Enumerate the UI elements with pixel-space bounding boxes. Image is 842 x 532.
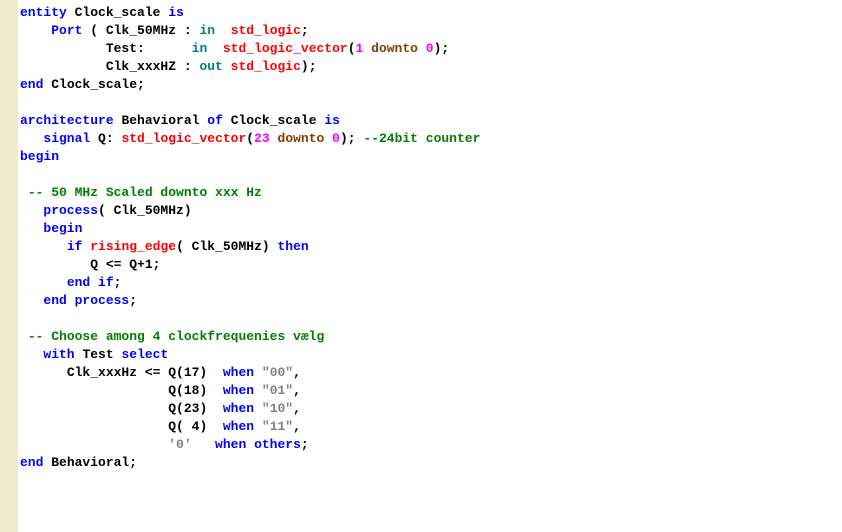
kw-when5: when bbox=[215, 437, 246, 452]
port1-dir: in bbox=[199, 23, 215, 38]
port2-hi: 1 bbox=[356, 41, 364, 56]
kw-architecture: architecture bbox=[20, 113, 114, 128]
lit-01: "01" bbox=[262, 383, 293, 398]
kw-with: with bbox=[43, 347, 74, 362]
kw-end-if-if: if bbox=[98, 275, 114, 290]
kw-entity: entity bbox=[20, 5, 67, 20]
port2-type: std_logic_vector bbox=[223, 41, 348, 56]
kw-when2: when bbox=[223, 383, 254, 398]
assign-q: Q <= Q+1; bbox=[90, 257, 160, 272]
q18: Q(18) bbox=[168, 383, 207, 398]
kw-of: of bbox=[207, 113, 223, 128]
kw-begin: begin bbox=[20, 149, 59, 164]
re-arg: Clk_50MHz bbox=[192, 239, 262, 254]
comma1: , bbox=[293, 365, 301, 380]
lit-11: "11" bbox=[262, 419, 293, 434]
sel-lhs: Clk_xxxHz <= Q(17) bbox=[67, 365, 207, 380]
q4: Q( 4) bbox=[168, 419, 207, 434]
end-arch-name: Behavioral bbox=[51, 455, 129, 470]
sig-type: std_logic_vector bbox=[121, 131, 246, 146]
lit-10: "10" bbox=[262, 401, 293, 416]
sig-lo: 0 bbox=[332, 131, 340, 146]
port2-lo: 0 bbox=[426, 41, 434, 56]
kw-when3: when bbox=[223, 401, 254, 416]
with-test: Test bbox=[82, 347, 113, 362]
kw-process: process bbox=[43, 203, 98, 218]
port3-type: std_logic bbox=[231, 59, 301, 74]
kw-end-process-process: process bbox=[75, 293, 130, 308]
sig-hi: 23 bbox=[254, 131, 270, 146]
kw-when4: when bbox=[223, 419, 254, 434]
arch-of-name: Clock_scale bbox=[231, 113, 317, 128]
kw-then: then bbox=[278, 239, 309, 254]
lit-00: "00" bbox=[262, 365, 293, 380]
kw-downto: downto bbox=[371, 41, 418, 56]
kw-is: is bbox=[168, 5, 184, 20]
comment2: -- 50 MHz Scaled downto xxx Hz bbox=[28, 185, 262, 200]
kw-signal: signal bbox=[43, 131, 90, 146]
port1-type: std_logic bbox=[231, 23, 301, 38]
kw-port: Port bbox=[51, 23, 82, 38]
port2-name: Test bbox=[106, 41, 137, 56]
semi-sel: ; bbox=[301, 437, 309, 452]
comment1: --24bit counter bbox=[363, 131, 480, 146]
sig-name: Q bbox=[98, 131, 106, 146]
comma4: , bbox=[293, 419, 301, 434]
kw-if: if bbox=[67, 239, 83, 254]
arch-name: Behavioral bbox=[121, 113, 199, 128]
port3-dir: out bbox=[199, 59, 222, 74]
process-arg: Clk_50MHz bbox=[114, 203, 184, 218]
port2-dir: in bbox=[192, 41, 208, 56]
comma2: , bbox=[293, 383, 301, 398]
kw-downto2: downto bbox=[278, 131, 325, 146]
comma3: , bbox=[293, 401, 301, 416]
entity-name: Clock_scale bbox=[75, 5, 161, 20]
port1-name: Clk_50MHz bbox=[106, 23, 176, 38]
kw-end-if-end: end bbox=[67, 275, 90, 290]
code-block: entity Clock_scale is Port ( Clk_50MHz :… bbox=[18, 0, 842, 532]
end-entity-name: Clock_scale bbox=[51, 77, 137, 92]
kw-end-process-end: end bbox=[43, 293, 66, 308]
q23: Q(23) bbox=[168, 401, 207, 416]
kw-begin2: begin bbox=[43, 221, 82, 236]
comment3: -- Choose among 4 clockfrequenies vælg bbox=[28, 329, 324, 344]
port3-name: Clk_xxxHZ bbox=[106, 59, 176, 74]
kw-end-entity: end bbox=[20, 77, 43, 92]
kw-select: select bbox=[121, 347, 168, 362]
gutter bbox=[0, 0, 18, 532]
lit-zero: '0' bbox=[168, 437, 191, 452]
kw-when1: when bbox=[223, 365, 254, 380]
fn-rising-edge: rising_edge bbox=[90, 239, 176, 254]
kw-others: others bbox=[254, 437, 301, 452]
kw-is2: is bbox=[324, 113, 340, 128]
kw-end-arch: end bbox=[20, 455, 43, 470]
